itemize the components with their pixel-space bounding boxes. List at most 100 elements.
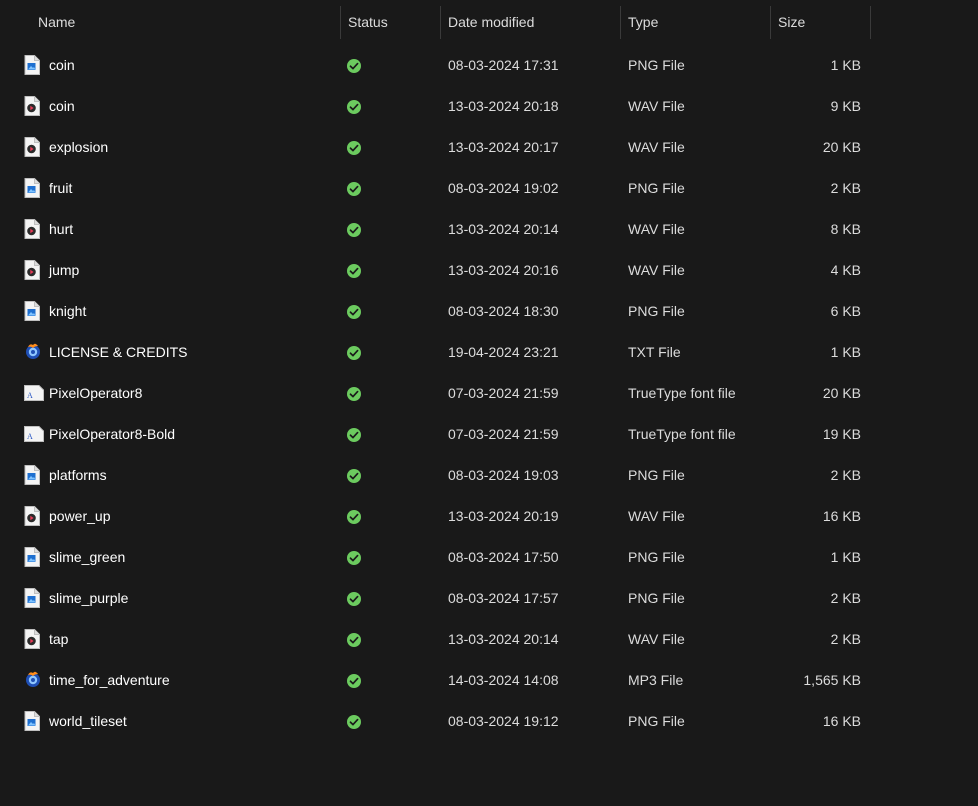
file-size: 20 KB <box>822 139 861 155</box>
file-size: 1,565 KB <box>803 672 861 688</box>
file-date-modified: 13-03-2024 20:16 <box>448 262 559 278</box>
file-type: TXT File <box>628 344 681 360</box>
file-row[interactable]: time_for_adventure 14-03-2024 14:08 MP3 Fi… <box>0 660 978 701</box>
column-header-name-label: Name <box>38 14 76 30</box>
synced-check-icon <box>346 427 362 443</box>
file-type: WAV File <box>628 508 685 524</box>
file-row[interactable]: power_up 13-03-2024 20:19 WAV File 16 KB <box>0 496 978 537</box>
file-row[interactable]: A PixelOperator8-Bold 07-03-2024 21:59 True… <box>0 414 978 455</box>
file-date-modified: 08-03-2024 19:02 <box>448 180 559 196</box>
column-header-status-label: Status <box>348 14 388 30</box>
file-size: 9 KB <box>830 98 861 114</box>
file-row[interactable]: LICENSE & CREDITS 19-04-2024 23:21 TXT Fil… <box>0 332 978 373</box>
file-name: coin <box>49 98 75 114</box>
file-row[interactable]: slime_green 08-03-2024 17:50 PNG File 1 KB <box>0 537 978 578</box>
font-file-icon: A <box>24 383 44 403</box>
column-header-date-label: Date modified <box>448 14 535 30</box>
file-row[interactable]: jump 13-03-2024 20:16 WAV File 4 KB <box>0 250 978 291</box>
file-date-modified: 13-03-2024 20:19 <box>448 508 559 524</box>
file-row[interactable]: explosion 13-03-2024 20:17 WAV File 20 KB <box>0 127 978 168</box>
file-size: 4 KB <box>830 262 861 278</box>
column-header-date-modified[interactable]: Date modified <box>441 6 621 39</box>
file-size: 2 KB <box>830 180 861 196</box>
column-divider[interactable] <box>870 6 871 39</box>
file-name: slime_green <box>49 549 126 565</box>
file-date-modified: 13-03-2024 20:18 <box>448 98 559 114</box>
file-name: power_up <box>49 508 111 524</box>
svg-text:A: A <box>27 391 33 400</box>
file-row[interactable]: world_tileset 08-03-2024 19:12 PNG File 16 … <box>0 701 978 742</box>
synced-check-icon <box>346 99 362 115</box>
column-header-type[interactable]: Type <box>621 6 771 39</box>
file-size: 16 KB <box>822 713 861 729</box>
wav-audio-icon <box>24 137 42 157</box>
column-header-type-label: Type <box>628 14 659 30</box>
file-name: knight <box>49 303 87 319</box>
column-header-size[interactable]: Size <box>771 6 871 39</box>
file-size: 2 KB <box>830 467 861 483</box>
file-type: PNG File <box>628 303 685 319</box>
file-date-modified: 08-03-2024 19:12 <box>448 713 559 729</box>
file-date-modified: 08-03-2024 17:57 <box>448 590 559 606</box>
png-image-icon <box>24 301 42 321</box>
file-size: 8 KB <box>830 221 861 237</box>
file-name: jump <box>49 262 80 278</box>
file-date-modified: 08-03-2024 18:30 <box>448 303 559 319</box>
file-type: PNG File <box>628 467 685 483</box>
file-type: TrueType font file <box>628 385 736 401</box>
column-header-name[interactable]: Name <box>0 6 341 39</box>
file-type: PNG File <box>628 180 685 196</box>
synced-check-icon <box>346 304 362 320</box>
file-row[interactable]: A PixelOperator8 07-03-2024 21:59 TrueType … <box>0 373 978 414</box>
synced-check-icon <box>346 673 362 689</box>
png-image-icon <box>24 178 42 198</box>
file-row[interactable]: coin 13-03-2024 20:18 WAV File 9 KB <box>0 86 978 127</box>
synced-check-icon <box>346 140 362 156</box>
png-image-icon <box>24 711 42 731</box>
file-row[interactable]: tap 13-03-2024 20:14 WAV File 2 KB <box>0 619 978 660</box>
synced-check-icon <box>346 58 362 74</box>
file-type: WAV File <box>628 631 685 647</box>
file-date-modified: 08-03-2024 19:03 <box>448 467 559 483</box>
synced-check-icon <box>346 468 362 484</box>
png-image-icon <box>24 55 42 75</box>
file-type: PNG File <box>628 590 685 606</box>
file-name: world_tileset <box>49 713 127 729</box>
file-date-modified: 07-03-2024 21:59 <box>448 426 559 442</box>
synced-check-icon <box>346 345 362 361</box>
file-name: PixelOperator8-Bold <box>49 426 176 442</box>
file-list: coin 08-03-2024 17:31 PNG File 1 KB coin 13-0… <box>0 45 978 742</box>
file-date-modified: 13-03-2024 20:14 <box>448 221 559 237</box>
file-type: WAV File <box>628 98 685 114</box>
file-size: 1 KB <box>830 549 861 565</box>
file-row[interactable]: knight 08-03-2024 18:30 PNG File 6 KB <box>0 291 978 332</box>
file-row[interactable]: platforms 08-03-2024 19:03 PNG File 2 KB <box>0 455 978 496</box>
file-name: platforms <box>49 467 107 483</box>
column-header-status[interactable]: Status <box>341 6 441 39</box>
file-date-modified: 08-03-2024 17:50 <box>448 549 559 565</box>
synced-check-icon <box>346 550 362 566</box>
file-name: hurt <box>49 221 74 237</box>
file-size: 2 KB <box>830 590 861 606</box>
file-row[interactable]: slime_purple 08-03-2024 17:57 PNG File 2 KB <box>0 578 978 619</box>
wav-audio-icon <box>24 506 42 526</box>
file-row[interactable]: hurt 13-03-2024 20:14 WAV File 8 KB <box>0 209 978 250</box>
file-size: 6 KB <box>830 303 861 319</box>
wav-audio-icon <box>24 629 42 649</box>
synced-check-icon <box>346 386 362 402</box>
column-header-size-label: Size <box>778 14 806 30</box>
file-name: time_for_adventure <box>49 672 170 688</box>
file-name: slime_purple <box>49 590 129 606</box>
file-row[interactable]: coin 08-03-2024 17:31 PNG File 1 KB <box>0 45 978 86</box>
file-type: MP3 File <box>628 672 684 688</box>
synced-check-icon <box>346 509 362 525</box>
file-size: 16 KB <box>822 508 861 524</box>
file-row[interactable]: fruit 08-03-2024 19:02 PNG File 2 KB <box>0 168 978 209</box>
column-header-bar: Name Status Date modified Type Size <box>0 6 978 39</box>
svg-text:A: A <box>27 432 33 441</box>
file-size: 1 KB <box>830 344 861 360</box>
wav-audio-icon <box>24 219 42 239</box>
txt-app-icon <box>24 342 42 362</box>
file-size: 1 KB <box>830 57 861 73</box>
file-date-modified: 13-03-2024 20:14 <box>448 631 559 647</box>
